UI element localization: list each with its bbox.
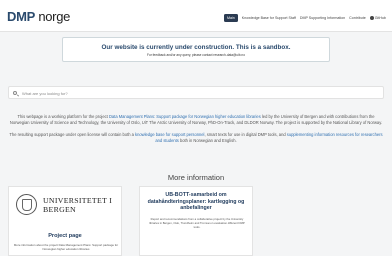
card-title: Project page	[48, 233, 82, 239]
card-description: Report and recommendations from a collab…	[149, 217, 245, 229]
brand-name: norge	[38, 9, 71, 24]
navbar: DMP norge Main Knowledge Base for Suppor…	[0, 0, 392, 32]
sandbox-notice: Our website is currently under construct…	[62, 37, 330, 62]
card-project-page[interactable]: UNIVERSITETET I BERGEN Project page More…	[8, 186, 122, 256]
card-ub-bott[interactable]: UB-BOTT-samarbeid om datahåndteringsplan…	[139, 186, 253, 256]
nav-links: Main Knowledge Base for Support Staff DM…	[224, 13, 386, 22]
search-input[interactable]	[22, 88, 377, 98]
nav-github-label: GitHub	[374, 15, 386, 20]
search-icon	[13, 90, 17, 95]
card-title: UB-BOTT-samarbeid om datahåndteringsplan…	[147, 192, 245, 211]
nav-github[interactable]: GitHub	[369, 15, 386, 20]
nav-main[interactable]: Main	[224, 13, 238, 22]
notice-title: Our website is currently under construct…	[101, 44, 291, 51]
intro-text: This webpage is a working platform for t…	[8, 114, 384, 150]
more-information-heading: More information	[167, 173, 225, 182]
nav-knowledge-base[interactable]: Knowledge Base for Support Staff	[242, 16, 296, 20]
card-description: More information about the project Data …	[13, 243, 119, 251]
nav-dmp-supporting-info[interactable]: DMP Supporting Information	[300, 16, 345, 20]
notice-subtitle: For feedback and/or any query, please co…	[147, 53, 245, 57]
brand-mark: DMP	[7, 9, 35, 24]
uib-seal-icon	[16, 194, 37, 215]
github-icon	[369, 15, 374, 20]
brand-logo[interactable]: DMP norge	[7, 9, 70, 24]
knowledge-base-link[interactable]: knowledge base for support personnel	[135, 132, 204, 137]
intro-paragraph-1: This webpage is a working platform for t…	[9, 114, 383, 125]
intro-paragraph-2: The resulting support package under open…	[9, 132, 383, 143]
project-link[interactable]: Data Management Plans: Support package f…	[109, 114, 261, 119]
search-box	[8, 86, 384, 99]
uib-logo-text: UNIVERSITETET I BERGEN	[43, 196, 113, 214]
nav-contribute[interactable]: Contribute	[349, 16, 366, 20]
